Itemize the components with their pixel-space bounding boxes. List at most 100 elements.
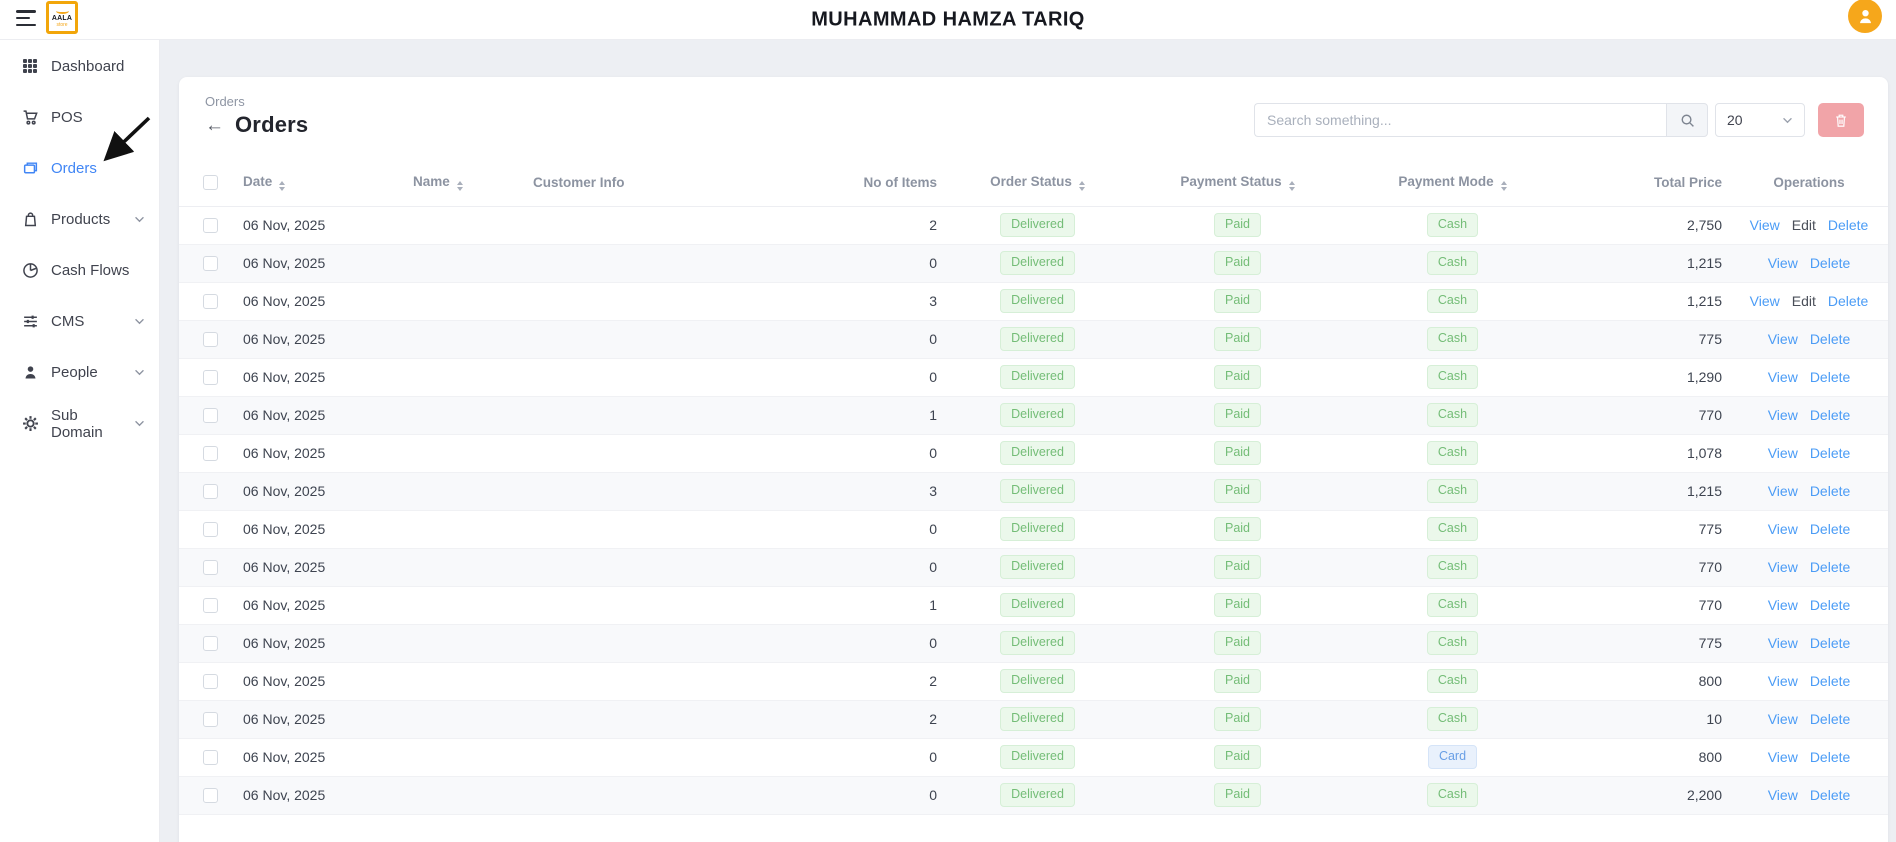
delete-link[interactable]: Delete (1810, 445, 1850, 461)
column-header-order-status[interactable]: Order Status (945, 159, 1130, 206)
column-header-operations: Operations (1730, 159, 1888, 206)
app-logo[interactable]: AALA store (46, 1, 78, 34)
status-badge: Paid (1214, 593, 1261, 618)
cell-payment-status: Paid (1130, 282, 1345, 320)
cell-payment-status: Paid (1130, 776, 1345, 814)
view-link[interactable]: View (1768, 255, 1798, 271)
row-checkbox[interactable] (203, 332, 218, 347)
row-checkbox[interactable] (203, 750, 218, 765)
row-checkbox[interactable] (203, 294, 218, 309)
sort-icon[interactable] (279, 181, 285, 191)
sidebar-item-dashboard[interactable]: Dashboard (0, 41, 159, 92)
search-icon[interactable] (1666, 103, 1708, 137)
delete-link[interactable]: Delete (1828, 293, 1868, 309)
row-checkbox[interactable] (203, 408, 218, 423)
grid-icon (22, 58, 39, 75)
row-checkbox[interactable] (203, 636, 218, 651)
person-icon (22, 364, 39, 381)
row-checkbox[interactable] (203, 598, 218, 613)
delete-link[interactable]: Delete (1828, 217, 1868, 233)
view-link[interactable]: View (1768, 483, 1798, 499)
row-checkbox[interactable] (203, 522, 218, 537)
view-link[interactable]: View (1750, 293, 1780, 309)
sidebar-item-pos[interactable]: POS (0, 92, 159, 143)
edit-link[interactable]: Edit (1792, 217, 1816, 233)
row-checkbox[interactable] (203, 712, 218, 727)
delete-link[interactable]: Delete (1810, 597, 1850, 613)
cell-order-status: Delivered (945, 738, 1130, 776)
row-checkbox[interactable] (203, 256, 218, 271)
column-header-payment-mode[interactable]: Payment Mode (1345, 159, 1560, 206)
sidebar-item-sub-domain[interactable]: Sub Domain (0, 398, 159, 449)
sort-icon[interactable] (1079, 181, 1085, 191)
view-link[interactable]: View (1768, 673, 1798, 689)
cell-customer-info (525, 586, 855, 624)
cell-payment-mode: Cash (1345, 700, 1560, 738)
view-link[interactable]: View (1768, 407, 1798, 423)
sort-icon[interactable] (457, 181, 463, 191)
delete-link[interactable]: Delete (1810, 483, 1850, 499)
view-link[interactable]: View (1750, 217, 1780, 233)
delete-link[interactable]: Delete (1810, 407, 1850, 423)
cell-operations: View Delete (1730, 586, 1888, 624)
sort-icon[interactable] (1501, 181, 1507, 191)
column-header-name[interactable]: Name (405, 159, 525, 206)
back-arrow-icon[interactable]: ← (205, 116, 224, 135)
view-link[interactable]: View (1768, 445, 1798, 461)
view-link[interactable]: View (1768, 597, 1798, 613)
delete-link[interactable]: Delete (1810, 673, 1850, 689)
row-checkbox[interactable] (203, 788, 218, 803)
cell-total-price: 1,078 (1560, 434, 1730, 472)
row-checkbox[interactable] (203, 674, 218, 689)
row-checkbox[interactable] (203, 446, 218, 461)
delete-link[interactable]: Delete (1810, 369, 1850, 385)
page-size-select[interactable]: 20 (1715, 103, 1805, 137)
bulk-delete-button[interactable] (1818, 103, 1864, 137)
sort-icon[interactable] (1289, 181, 1295, 191)
sidebar-item-cash-flows[interactable]: Cash Flows (0, 245, 159, 296)
select-all-checkbox[interactable] (203, 175, 218, 190)
delete-link[interactable]: Delete (1810, 559, 1850, 575)
table-row: 06 Nov, 20251DeliveredPaidCash770ViewDel… (179, 396, 1888, 434)
row-checkbox[interactable] (203, 370, 218, 385)
view-link[interactable]: View (1768, 331, 1798, 347)
cell-total-price: 10 (1560, 700, 1730, 738)
view-link[interactable]: View (1768, 521, 1798, 537)
delete-link[interactable]: Delete (1810, 787, 1850, 803)
delete-link[interactable]: Delete (1810, 521, 1850, 537)
view-link[interactable]: View (1768, 369, 1798, 385)
view-link[interactable]: View (1768, 711, 1798, 727)
delete-link[interactable]: Delete (1810, 749, 1850, 765)
column-header-payment-status[interactable]: Payment Status (1130, 159, 1345, 206)
logo-subtext: store (56, 22, 67, 28)
row-checkbox[interactable] (203, 218, 218, 233)
user-icon[interactable] (1848, 0, 1882, 33)
cell-total-price: 2,750 (1560, 206, 1730, 244)
table-toolbar: 20 (1254, 103, 1864, 137)
delete-link[interactable]: Delete (1810, 255, 1850, 271)
view-link[interactable]: View (1768, 749, 1798, 765)
cell-no-of-items: 2 (855, 700, 945, 738)
column-header-date[interactable]: Date (235, 159, 405, 206)
view-link[interactable]: View (1768, 635, 1798, 651)
edit-link[interactable]: Edit (1792, 293, 1816, 309)
cell-no-of-items: 0 (855, 244, 945, 282)
table-row: 06 Nov, 20250DeliveredPaidCash1,078ViewD… (179, 434, 1888, 472)
column-label: Payment Mode (1398, 174, 1493, 189)
sidebar-item-people[interactable]: People (0, 347, 159, 398)
sidebar-item-orders[interactable]: Orders (0, 143, 159, 194)
hamburger-icon[interactable] (16, 10, 36, 26)
view-link[interactable]: View (1768, 559, 1798, 575)
view-link[interactable]: View (1768, 787, 1798, 803)
sidebar-item-products[interactable]: Products (0, 194, 159, 245)
delete-link[interactable]: Delete (1810, 635, 1850, 651)
status-badge: Paid (1214, 631, 1261, 656)
row-checkbox[interactable] (203, 560, 218, 575)
status-badge: Delivered (1000, 783, 1075, 808)
delete-link[interactable]: Delete (1810, 331, 1850, 347)
cell-no-of-items: 2 (855, 206, 945, 244)
sidebar-item-cms[interactable]: CMS (0, 296, 159, 347)
delete-link[interactable]: Delete (1810, 711, 1850, 727)
row-checkbox[interactable] (203, 484, 218, 499)
search-input[interactable] (1254, 103, 1666, 137)
